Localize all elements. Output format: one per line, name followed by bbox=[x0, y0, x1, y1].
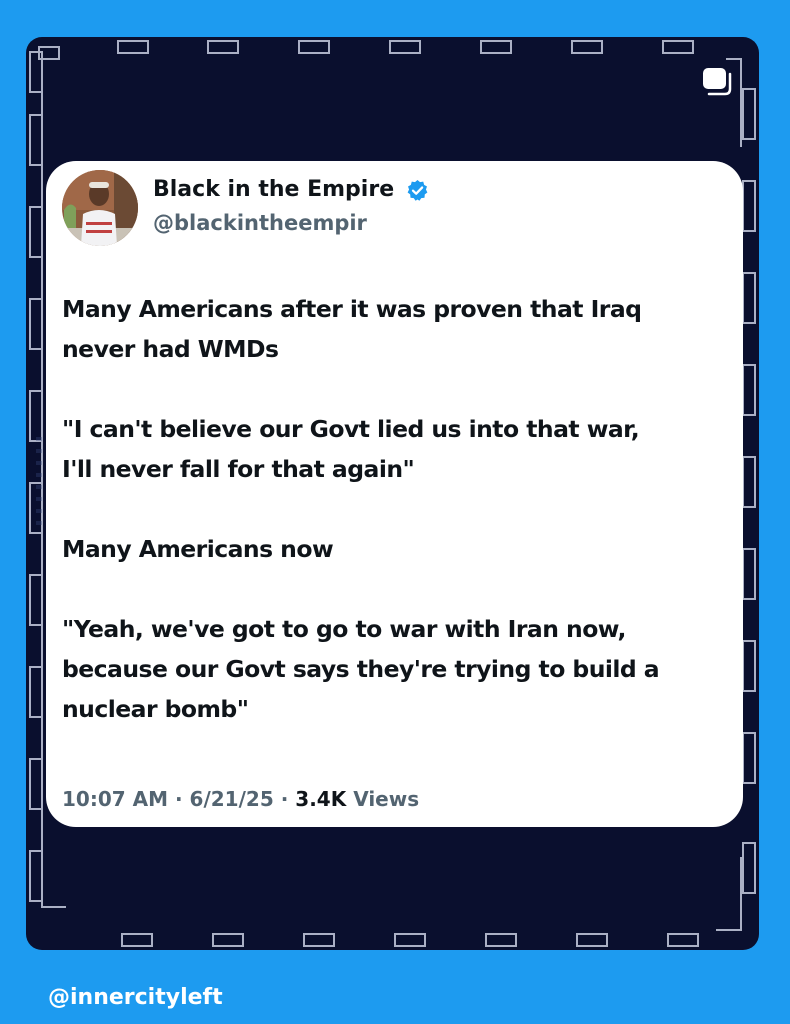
watermark-handle: @innercityleft bbox=[48, 985, 223, 1010]
tweet-paragraph: "Yeah, we've got to go to war with Iran … bbox=[62, 609, 732, 729]
meta-separator: · bbox=[273, 787, 296, 811]
tweet-line: never had WMDs bbox=[62, 335, 279, 363]
meta-separator: · bbox=[168, 787, 190, 811]
tweet-line: Many Americans after it was proven that … bbox=[62, 295, 642, 323]
display-name[interactable]: Black in the Empire bbox=[153, 177, 394, 202]
tweet-paragraph: "I can't believe our Govt lied us into t… bbox=[62, 409, 732, 489]
avatar[interactable] bbox=[62, 170, 138, 246]
tweet-date[interactable]: 6/21/25 bbox=[190, 787, 274, 811]
tweet-paragraph: Many Americans now bbox=[62, 529, 732, 569]
tweet-line: Many Americans now bbox=[62, 535, 334, 563]
multiple-images-icon[interactable] bbox=[700, 65, 734, 97]
user-handle[interactable]: @blackintheempir bbox=[153, 211, 367, 235]
views-count[interactable]: 3.4K bbox=[295, 787, 346, 811]
post-image-frame[interactable]: Black in the Empire @blackintheempir Man… bbox=[26, 37, 759, 950]
tweet-line: nuclear bomb" bbox=[62, 695, 249, 723]
tweet-text: Many Americans after it was proven that … bbox=[62, 289, 732, 769]
tweet-line: "I can't believe our Govt lied us into t… bbox=[62, 415, 640, 443]
tweet-time[interactable]: 10:07 AM bbox=[62, 787, 168, 811]
tweet-card[interactable]: Black in the Empire @blackintheempir Man… bbox=[46, 161, 743, 827]
tweet-paragraph: Many Americans after it was proven that … bbox=[62, 289, 732, 369]
tweet-line: I'll never fall for that again" bbox=[62, 455, 415, 483]
views-label: Views bbox=[353, 787, 420, 811]
tweet-line: because our Govt says they're trying to … bbox=[62, 655, 660, 683]
tweet-line: "Yeah, we've got to go to war with Iran … bbox=[62, 615, 626, 643]
avatar-photo bbox=[62, 170, 138, 246]
tweet-metadata: 10:07 AM · 6/21/25 · 3.4K Views bbox=[62, 787, 419, 811]
verified-badge-icon bbox=[407, 179, 428, 201]
